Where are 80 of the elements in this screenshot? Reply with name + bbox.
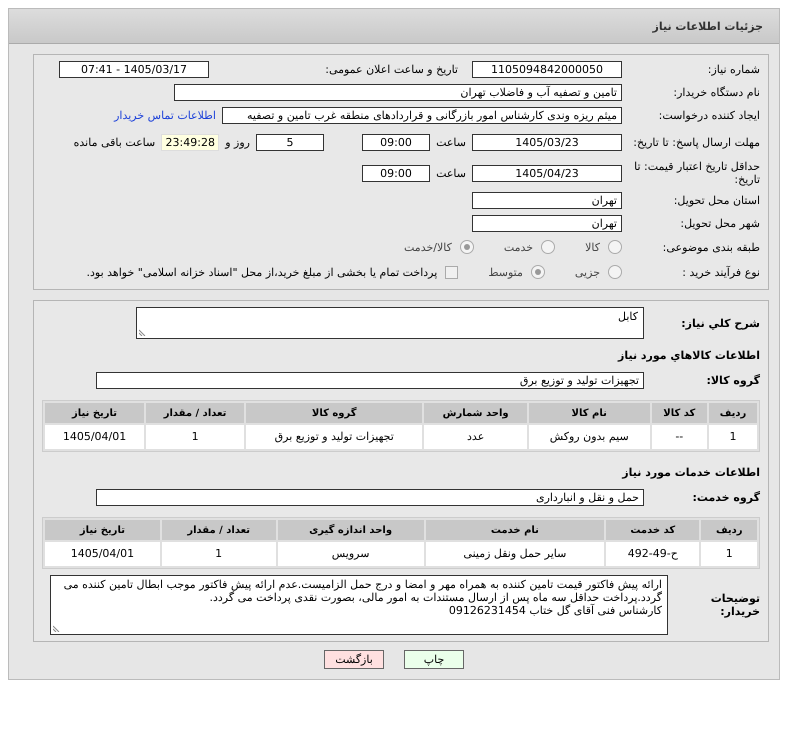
- checkbox-label: پرداخت تمام یا بخشی از مبلغ خرید،از محل "اسناد خزانه اسلامی" خواهد بود.: [86, 266, 438, 278]
- city-field: تهران: [472, 214, 622, 232]
- column-header: نام کالا: [528, 403, 650, 423]
- buyer-field: تامین و تصفیه آب و فاضلاب تهران: [174, 84, 622, 100]
- remaining-time-field: 23:49:28: [161, 134, 220, 150]
- table-cell: 1: [146, 425, 244, 449]
- buyer-contact-link[interactable]: اطلاعات تماس خریدار: [114, 108, 216, 122]
- validity-time-field: 09:00: [362, 164, 430, 182]
- table-cell: 1: [701, 542, 757, 566]
- table-cell: عدد: [424, 425, 527, 449]
- table-cell: ح-49-492: [606, 542, 700, 566]
- remaining-label: ساعت باقی مانده: [74, 136, 156, 148]
- radio-button[interactable]: [530, 265, 545, 279]
- goods-group-field: تجهیزات تولید و توزیع برق: [96, 372, 644, 388]
- table-cell: 1405/04/01: [45, 425, 144, 449]
- radio-label: خدمت: [504, 240, 534, 254]
- radio-button[interactable]: [541, 240, 556, 254]
- column-header: ردیف: [709, 403, 757, 423]
- radio-label: جزیی: [574, 266, 600, 278]
- resize-grip-icon[interactable]: [53, 624, 61, 632]
- column-header: واحد اندازه گیری: [278, 520, 424, 540]
- field-label: شماره نیاز:: [706, 62, 760, 76]
- table-cell: تجهیزات تولید و توزیع برق: [246, 425, 422, 449]
- column-header: ردیف: [701, 520, 757, 540]
- field-label: مهلت ارسال پاسخ: تا تاریخ:: [632, 136, 760, 148]
- section-title: اطلاعات کالاهاي مورد نیاز: [616, 349, 760, 362]
- resize-grip-icon[interactable]: [139, 328, 147, 336]
- radio-button[interactable]: [608, 240, 622, 254]
- field-label: ایجاد کننده درخواست:: [658, 108, 760, 122]
- column-header: تاریخ نیاز: [45, 403, 144, 423]
- field-label: تاریخ و ساعت اعلان عمومی:: [324, 62, 459, 76]
- field-label: طبقه بندی موضوعی:: [662, 240, 760, 254]
- buyer-notes-field[interactable]: ارائه پیش فاکتور قیمت تامین کننده به همراه مهر و امضا و درج حمل الزامیست.عدم ارائه پیش فاکتور موجب ابطال تامین کننده می گردد.پرداخت حداقل سه ماه پس از ارسال مستندات به امور مالی، بصورت نقدی پرداخت می گردد. کارشناس فنی آقای گل ختاب 09126231454: [50, 575, 668, 635]
- days-field: 5: [256, 134, 324, 150]
- field-label: شرح کلي نیاز:: [680, 316, 760, 330]
- checkbox[interactable]: [445, 266, 458, 278]
- validity-date-field: 1405/04/23: [472, 164, 622, 182]
- deadline-date-field: 1405/03/23: [472, 134, 622, 150]
- radio-button[interactable]: [460, 240, 474, 254]
- column-header: کد خدمت: [606, 520, 700, 540]
- table-cell: سیم بدون روکش: [528, 425, 650, 449]
- section-title: اطلاعات خدمات مورد نیاز: [620, 466, 760, 479]
- table-cell: سرویس: [278, 542, 424, 566]
- column-header: تعداد / مقدار: [162, 520, 276, 540]
- creator-field: میثم ریزه وندی کارشناس امور بازرگانی و قراردادهای منطقه غرب تامین و تصفیه: [222, 106, 622, 124]
- back-button[interactable]: بازگشت: [324, 650, 384, 669]
- time-label: ساعت: [436, 166, 466, 180]
- need-number-field: 1105094842000050: [472, 60, 622, 78]
- table-cell: 1405/04/01: [45, 542, 160, 566]
- radio-button[interactable]: [608, 265, 622, 279]
- field-label: توضیحات خریدار:: [710, 592, 760, 618]
- days-label: روز و: [225, 136, 250, 148]
- column-header: نام خدمت: [426, 520, 604, 540]
- announce-date-field: 1405/03/17 - 07:41: [59, 60, 209, 78]
- radio-label: متوسط: [488, 266, 523, 278]
- column-header: کد کالا: [652, 403, 708, 423]
- field-label: گروه کالا:: [705, 374, 760, 386]
- page-header: جزئیات اطلاعات نیاز: [9, 9, 779, 44]
- field-label: استان محل تحویل:: [672, 194, 760, 206]
- time-label: ساعت: [436, 136, 466, 148]
- description-field[interactable]: کابل: [136, 307, 644, 339]
- table-cell: 1: [162, 542, 276, 566]
- field-label: شهر محل تحویل:: [679, 216, 760, 230]
- column-header: گروه کالا: [246, 403, 422, 423]
- field-label: نام دستگاه خریدار:: [672, 86, 760, 98]
- deadline-time-field: 09:00: [362, 134, 430, 150]
- field-label: گروه خدمت:: [691, 490, 760, 504]
- field-label: حداقل تاریخ اعتبار قیمت: تا تاریخ:: [633, 160, 760, 186]
- table-cell: 1: [709, 425, 757, 449]
- service-group-field: حمل و نقل و انبارداری: [96, 488, 644, 506]
- print-button[interactable]: چاپ: [404, 650, 464, 669]
- table-cell: سایر حمل ونقل زمینی: [426, 542, 604, 566]
- column-header: تاریخ نیاز: [45, 520, 160, 540]
- field-label: نوع فرآیند خرید :: [681, 266, 760, 278]
- province-field: تهران: [472, 192, 622, 208]
- radio-label: کالا: [585, 240, 600, 254]
- column-header: واحد شمارش: [424, 403, 527, 423]
- column-header: تعداد / مقدار: [146, 403, 244, 423]
- table-cell: --: [652, 425, 708, 449]
- radio-label: کالا/خدمت: [404, 240, 452, 254]
